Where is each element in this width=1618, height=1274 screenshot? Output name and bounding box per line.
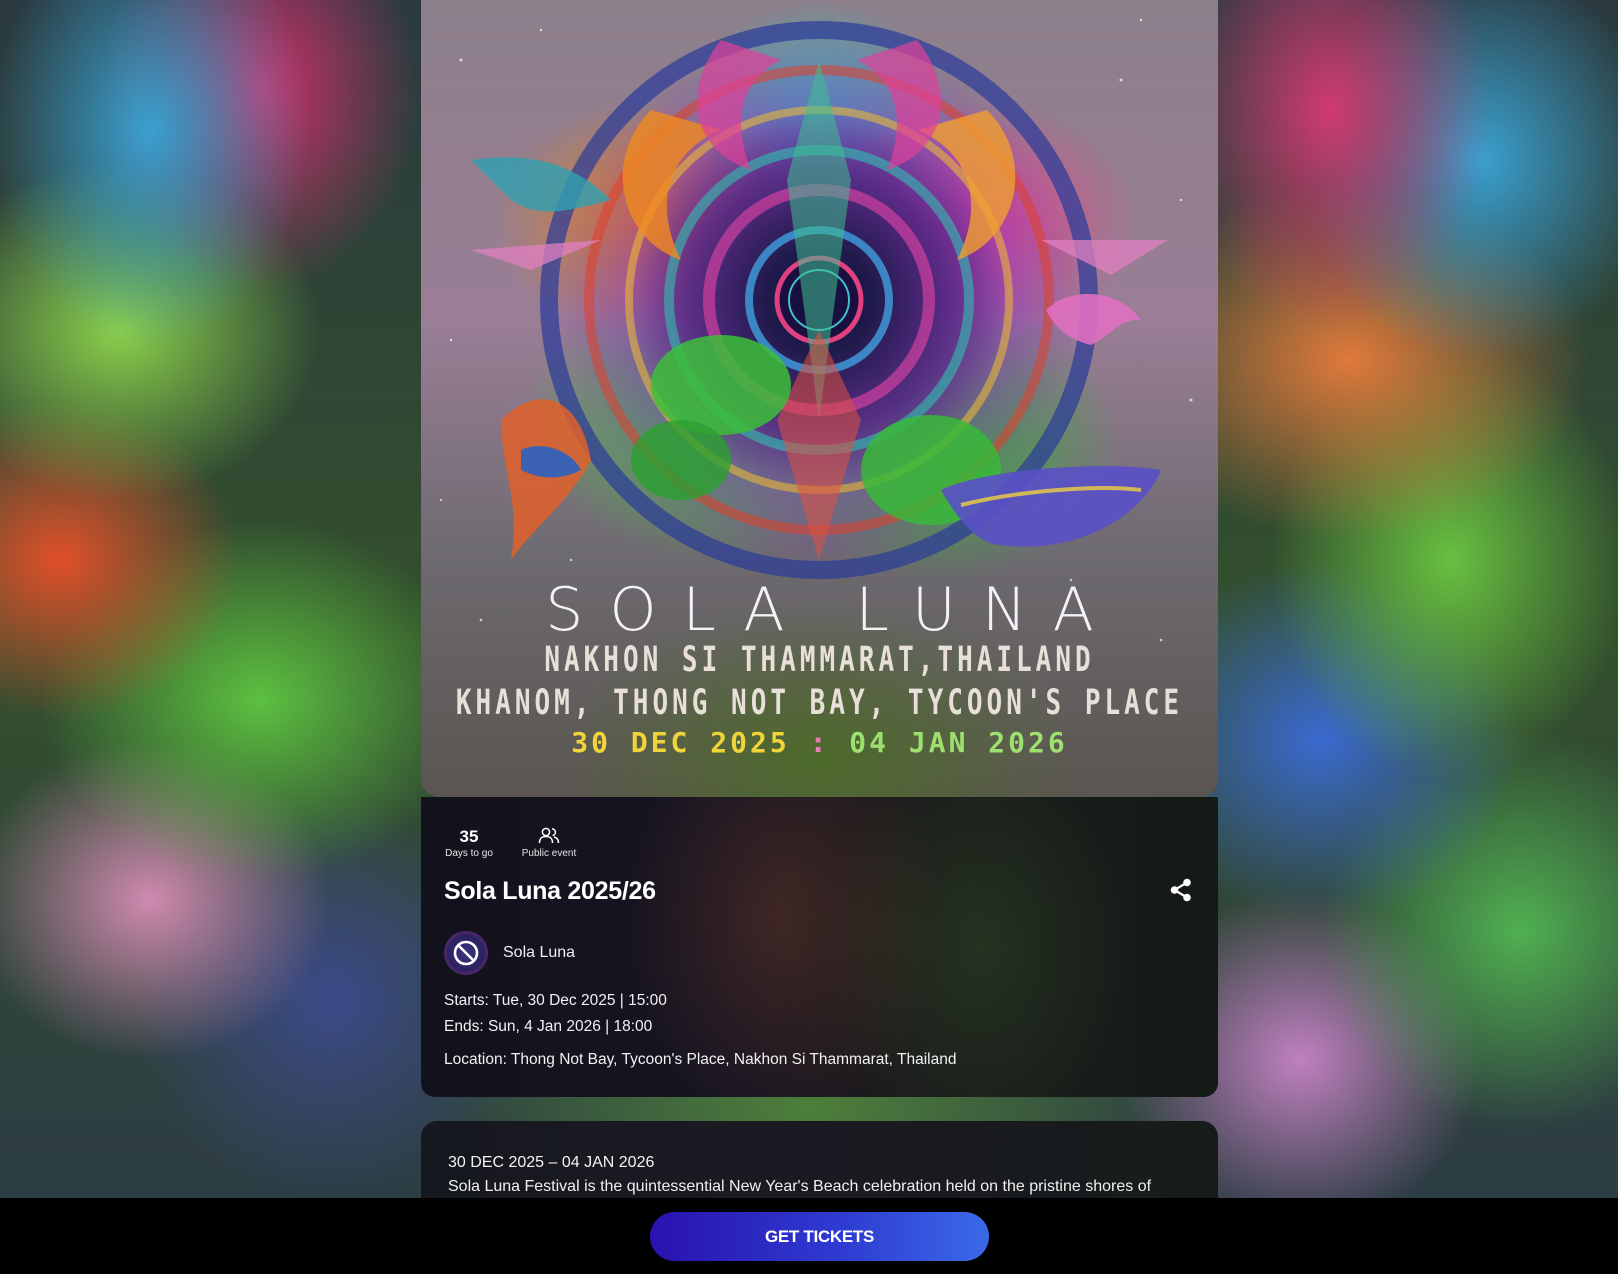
organizer-name: Sola Luna — [503, 944, 576, 961]
poster-dates: 30 DEC 2025 : 04 JAN 2026 — [421, 726, 1218, 759]
event-info-card: 35 Days to go Public event Sola Luna 202… — [421, 797, 1218, 1097]
sola-luna-logo — [453, 940, 479, 966]
poster-title: SOLA LUNA — [545, 575, 1120, 645]
public-event-stat: Public event — [514, 827, 584, 861]
poster-date-separator: : — [809, 726, 830, 759]
days-to-go-stat: 35 Days to go — [444, 827, 494, 861]
page: SOLA LUNA NAKHON SI THAMMARAT,THAILAND K… — [0, 0, 1618, 1274]
bottom-action-bar: GET TICKETS — [0, 1198, 1618, 1274]
public-event-label: Public event — [521, 848, 577, 859]
event-start: Starts: Tue, 30 Dec 2025 | 15:00 — [444, 992, 667, 1009]
event-title: Sola Luna 2025/26 — [444, 877, 656, 905]
organizer-avatar — [444, 931, 488, 975]
poster-date-end: 04 JAN 2026 — [849, 726, 1068, 759]
event-poster-image: SOLA LUNA NAKHON SI THAMMARAT,THAILAND K… — [421, 0, 1218, 797]
days-to-go-value: 35 — [459, 827, 479, 846]
days-to-go-label: Days to go — [445, 848, 493, 859]
get-tickets-button[interactable]: GET TICKETS — [650, 1212, 989, 1261]
share-button[interactable] — [1168, 877, 1194, 903]
poster-location-line: NAKHON SI THAMMARAT,THAILAND — [544, 639, 1095, 681]
poster-venue-line: KHANOM, THONG NOT BAY, TYCOON'S PLACE — [455, 682, 1184, 724]
people-icon — [538, 827, 560, 844]
description-date-range: 30 DEC 2025 – 04 JAN 2026 — [448, 1154, 655, 1171]
poster-date-start: 30 DEC 2025 — [571, 726, 790, 759]
organizer-link[interactable]: Sola Luna — [444, 931, 575, 975]
event-location: Location: Thong Not Bay, Tycoon's Place,… — [444, 1051, 957, 1068]
event-end: Ends: Sun, 4 Jan 2026 | 18:00 — [444, 1018, 653, 1035]
share-icon — [1170, 878, 1191, 902]
